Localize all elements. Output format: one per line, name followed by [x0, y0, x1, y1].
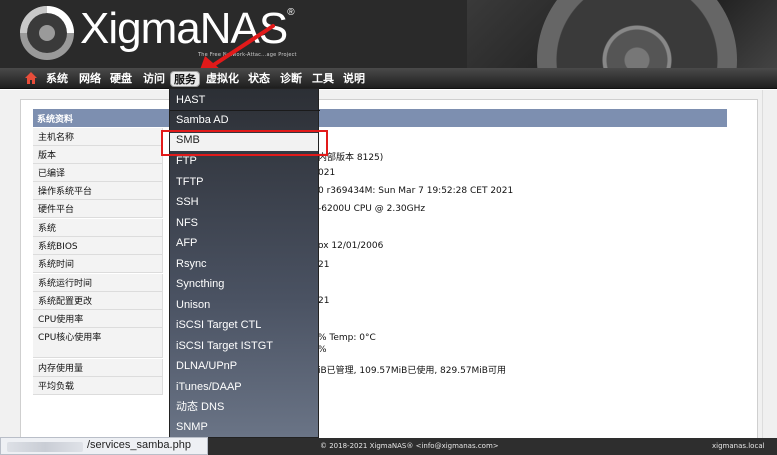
row-label-uptime: 系统运行时间	[33, 274, 163, 292]
nav-virtualization[interactable]: 虚拟化	[206, 71, 239, 87]
row-value-hardware: -6200U CPU @ 2.30GHz	[318, 204, 426, 214]
row-label-cpu-usage: CPU使用率	[33, 310, 163, 328]
menu-item-syncthing[interactable]: Syncthing	[176, 276, 224, 292]
row-label-bios: 系统BIOS	[33, 237, 163, 255]
nav-disks[interactable]: 硬盘	[110, 71, 132, 87]
row-value-cpu-core-usage-2: %	[318, 345, 327, 355]
nav-network[interactable]: 网络	[79, 71, 101, 87]
vertical-scrollbar[interactable]	[762, 90, 777, 438]
status-bar-url: /services_samba.php	[0, 437, 208, 455]
row-value-system-time: 21	[318, 260, 330, 270]
nav-tools[interactable]: 工具	[312, 71, 334, 87]
row-value-memory: iB已管理, 109.57MiB已使用, 829.57MiB可用	[318, 366, 506, 376]
row-label-hostname: 主机名称	[33, 128, 163, 146]
row-value-os-platform: 0 r369434M: Sun Mar 7 19:52:28 CET 2021	[318, 186, 514, 196]
menu-item-nfs[interactable]: NFS	[176, 215, 198, 231]
nav-system[interactable]: 系统	[46, 71, 68, 87]
top-navigation: 系统 网络 硬盘 访问 服务 虚拟化 状态 诊断 工具 说明	[0, 68, 777, 89]
nav-services[interactable]: 服务	[170, 71, 200, 87]
row-value-config-change: 21	[318, 296, 330, 306]
row-label-hardware: 硬件平台	[33, 200, 163, 218]
row-label-version: 版本	[33, 146, 163, 164]
row-label-memory: 内存使用量	[33, 359, 163, 377]
menu-item-itunes-daap[interactable]: iTunes/DAAP	[176, 379, 242, 395]
menu-item-ssh[interactable]: SSH	[176, 194, 199, 210]
row-label-system-time: 系统时间	[33, 255, 163, 273]
blurred-host	[7, 442, 83, 452]
row-value-bios: ox 12/01/2006	[318, 241, 384, 251]
menu-item-dlna-upnp[interactable]: DLNA/UPnP	[176, 358, 237, 374]
menu-item-afp[interactable]: AFP	[176, 235, 197, 251]
hostname-text: xigmanas.local	[712, 442, 765, 450]
copyright-text: © 2018-2021 XigmaNAS® <info@xigmanas.com…	[320, 442, 499, 450]
nav-status[interactable]: 状态	[248, 71, 270, 87]
row-label-os-platform: 操作系统平台	[33, 182, 163, 200]
home-icon[interactable]	[25, 72, 37, 84]
nav-help[interactable]: 说明	[343, 71, 365, 87]
menu-item-hast[interactable]: HAST	[176, 92, 205, 108]
menu-item-rsync[interactable]: Rsync	[176, 256, 207, 272]
menu-divider	[170, 110, 320, 111]
xigmanas-logo-icon	[20, 6, 74, 60]
menu-item-iscsi-ctl[interactable]: iSCSI Target CTL	[176, 317, 261, 333]
row-label-compiled: 已编译	[33, 164, 163, 182]
menu-item-dynamic-dns[interactable]: 动态 DNS	[176, 399, 224, 415]
row-label-config-change: 系统配置更改	[33, 292, 163, 310]
smb-highlight-box	[161, 130, 328, 156]
row-value-compiled: 021	[318, 168, 336, 178]
nav-diagnostics[interactable]: 诊断	[280, 71, 302, 87]
row-label-load-average: 平均负载	[33, 377, 163, 395]
nav-access[interactable]: 访问	[143, 71, 165, 87]
menu-item-tftp[interactable]: TFTP	[176, 174, 204, 190]
menu-item-unison[interactable]: Unison	[176, 297, 210, 313]
menu-item-snmp[interactable]: SNMP	[176, 419, 208, 435]
menu-item-samba-ad[interactable]: Samba AD	[176, 112, 229, 128]
header: XigmaNAS® The Free Network-Attac...age P…	[0, 0, 777, 70]
row-label-system: 系统	[33, 219, 163, 237]
panel-title: 系统资料	[33, 109, 727, 127]
status-url-text: /services_samba.php	[87, 439, 191, 451]
row-value-cpu-core-usage: % Temp: 0°C	[318, 333, 376, 343]
menu-item-iscsi-istgt[interactable]: iSCSI Target ISTGT	[176, 338, 273, 354]
row-label-cpu-core-usage: CPU核心使用率	[33, 328, 163, 358]
hard-disk-image	[537, 0, 737, 70]
